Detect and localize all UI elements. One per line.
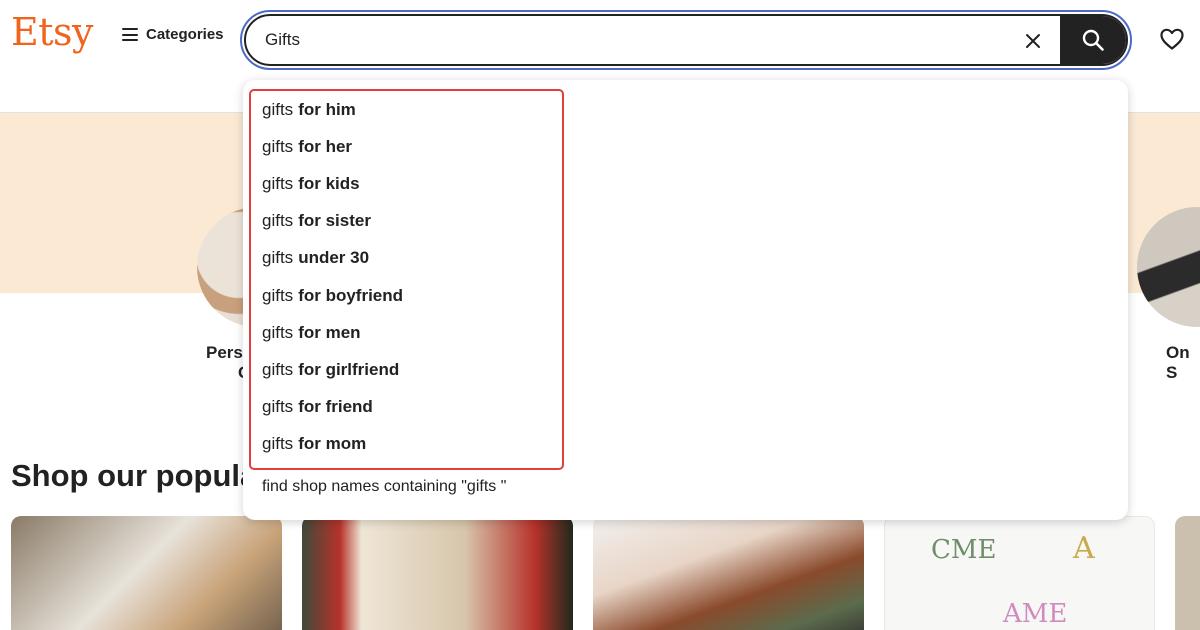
suggestion-item[interactable]: gifts for him [243,91,1128,128]
search-icon [1082,29,1104,51]
clear-search-button[interactable] [1020,28,1046,54]
monogram-image: CME [931,535,997,565]
suggestion-list: gifts for him gifts for her gifts for kids … [243,91,1128,463]
product-card[interactable] [302,516,573,630]
monogram-image: AME [1003,599,1068,629]
favorites-button[interactable] [1159,27,1185,51]
suggestion-item[interactable]: gifts for mom [243,426,1128,463]
suggestion-item[interactable]: gifts for men [243,314,1128,351]
categories-button[interactable]: Categories [122,26,224,43]
search-bar [240,10,1132,70]
suggestion-item[interactable]: gifts for boyfriend [243,277,1128,314]
product-card[interactable] [11,516,282,630]
find-shop-names-link[interactable]: find shop names containing "gifts " [262,478,506,496]
heart-icon [1160,28,1184,50]
section-title: Shop our popula [11,458,258,493]
suggestion-item[interactable]: gifts for sister [243,203,1128,240]
close-icon [1026,34,1040,48]
product-card[interactable]: CME A AME [884,516,1155,630]
search-input[interactable] [246,16,1026,64]
product-card[interactable] [1175,516,1200,630]
product-card[interactable] [593,516,864,630]
search-suggestions-dropdown: gifts for him gifts for her gifts for kids … [243,80,1128,520]
suggestion-item[interactable]: gifts for her [243,128,1128,165]
category-label[interactable]: Pers [206,343,243,363]
monogram-image: A [1073,531,1095,566]
suggestion-item[interactable]: gifts for girlfriend [243,351,1128,388]
suggestion-item[interactable]: gifts for kids [243,165,1128,202]
search-box [244,14,1128,66]
site-header: Etsy Categories [0,0,1200,80]
suggestion-item[interactable]: gifts for friend [243,389,1128,426]
category-label[interactable]: On S [1166,343,1200,383]
suggestion-item[interactable]: gifts under 30 [243,240,1128,277]
etsy-logo[interactable]: Etsy [11,13,93,51]
categories-label: Categories [146,26,224,43]
hamburger-icon [122,28,138,41]
search-submit-button[interactable] [1060,16,1126,64]
